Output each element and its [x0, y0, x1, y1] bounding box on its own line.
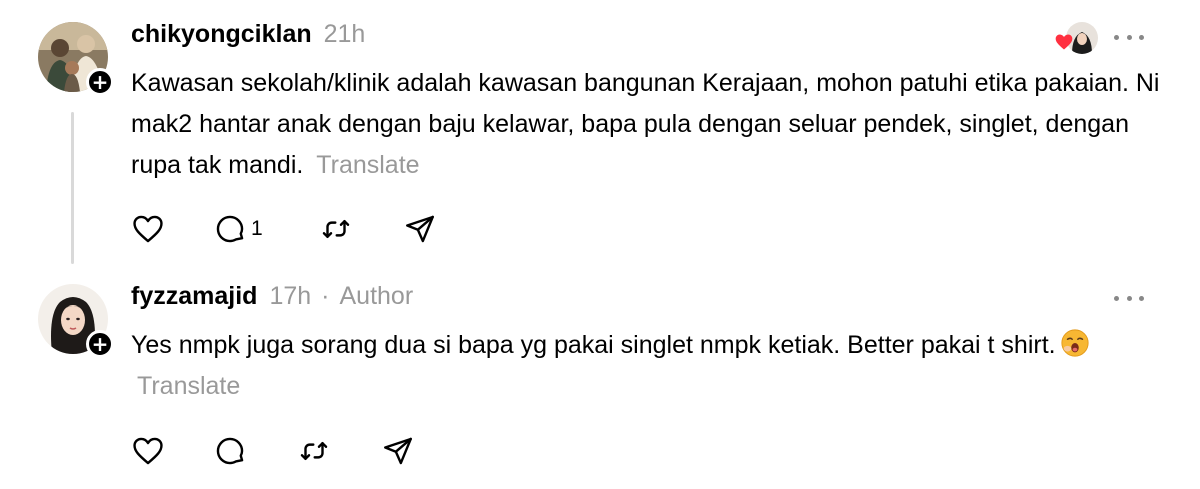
translate-link[interactable]: Translate	[316, 151, 419, 179]
repost-arrows-icon	[322, 220, 350, 238]
post-body: Kawasan sekolah/klinik adalah kawasan ba…	[131, 63, 1161, 186]
yawning-face-emoji-icon	[1061, 329, 1089, 357]
post-actions: 1	[131, 211, 443, 247]
repost-arrows-icon	[300, 442, 328, 460]
paper-plane-icon	[384, 437, 412, 465]
post-header: fyzzamajid 17h · Author	[131, 282, 413, 311]
reply-count: 1	[251, 217, 263, 240]
timestamp[interactable]: 21h	[324, 20, 366, 49]
more-options-button[interactable]	[1114, 288, 1144, 308]
reply-button[interactable]	[213, 433, 297, 469]
post-actions	[131, 433, 421, 469]
more-dots-icon	[1126, 34, 1132, 40]
translate-link[interactable]: Translate	[137, 372, 240, 400]
speech-bubble-icon	[216, 215, 244, 243]
thread-post: + fyzzamajid 17h · Author Yes nmpk juga …	[0, 270, 1200, 489]
repost-button[interactable]	[319, 211, 403, 247]
more-dots-icon	[1114, 295, 1119, 301]
more-dots-icon	[1114, 34, 1119, 40]
speech-bubble-icon	[216, 437, 244, 465]
username[interactable]: chikyongciklan	[131, 20, 312, 49]
separator-dot: ·	[321, 282, 330, 310]
heart-outline-icon	[133, 437, 163, 465]
share-button[interactable]	[403, 211, 443, 247]
reply-button[interactable]: 1	[213, 211, 319, 247]
more-dots-icon	[1139, 295, 1144, 301]
more-options-button[interactable]	[1114, 27, 1144, 47]
repost-button[interactable]	[297, 433, 381, 469]
thread-connector-line	[71, 112, 74, 264]
post-header: chikyongciklan 21h	[131, 20, 365, 49]
paper-plane-icon	[406, 215, 434, 243]
author-tag: Author	[339, 282, 414, 310]
like-button[interactable]	[131, 433, 213, 469]
post-text: Kawasan sekolah/klinik adalah kawasan ba…	[131, 69, 1160, 179]
thread-post: + chikyongciklan 21h Kawasan sekolah/kli…	[0, 0, 1200, 270]
avatar-container[interactable]: +	[38, 22, 114, 96]
heart-outline-icon	[133, 215, 163, 243]
timestamp[interactable]: 17h	[269, 282, 311, 311]
follow-plus-icon[interactable]: +	[86, 330, 114, 358]
share-button[interactable]	[381, 433, 421, 469]
more-dots-icon	[1126, 295, 1132, 301]
follow-plus-icon[interactable]: +	[86, 68, 114, 96]
heart-icon	[1055, 34, 1073, 50]
post-text: Yes nmpk juga sorang dua si bapa yg paka…	[131, 331, 1056, 359]
liked-by-indicator[interactable]	[1054, 20, 1100, 56]
post-body: Yes nmpk juga sorang dua si bapa yg paka…	[131, 325, 1161, 407]
username[interactable]: fyzzamajid	[131, 282, 257, 311]
like-button[interactable]	[131, 211, 213, 247]
more-dots-icon	[1139, 34, 1144, 40]
avatar-container[interactable]: +	[38, 284, 114, 358]
